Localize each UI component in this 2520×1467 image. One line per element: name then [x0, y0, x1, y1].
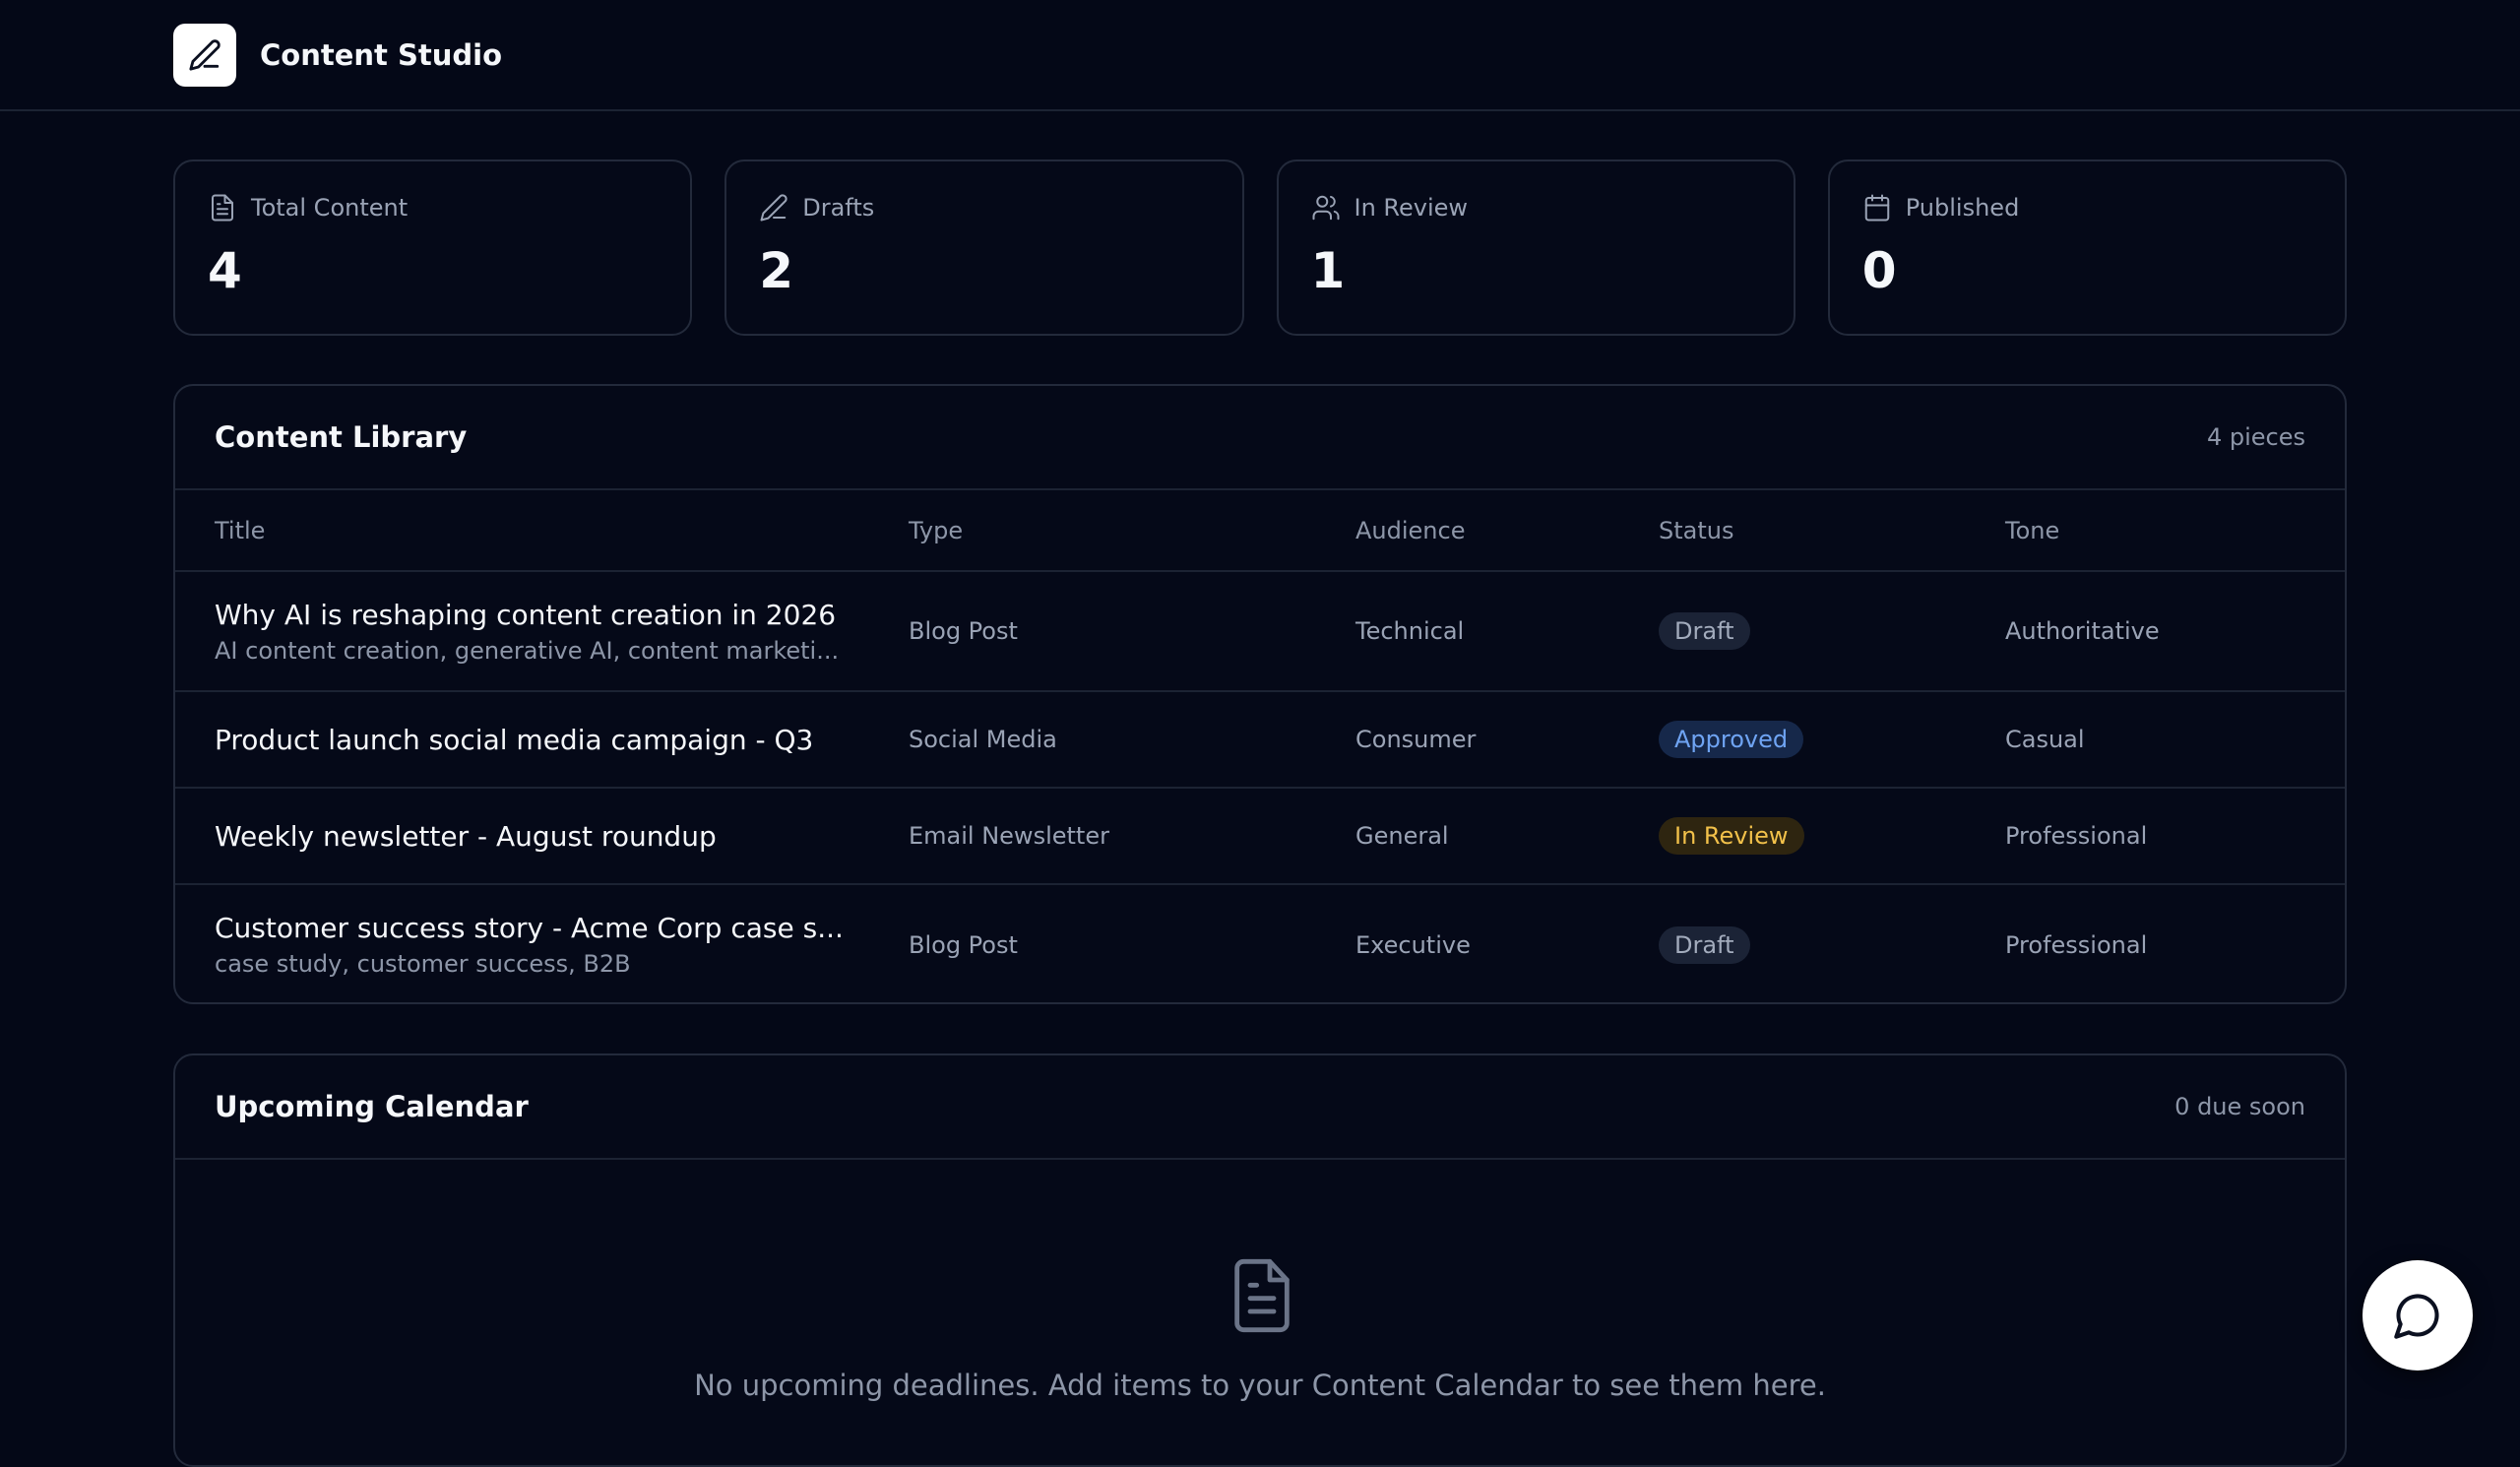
- empty-state: No upcoming deadlines. Add items to your…: [175, 1160, 2345, 1465]
- content-tone: Professional: [1966, 788, 2345, 885]
- status-badge: In Review: [1659, 817, 1804, 855]
- calendar-icon: [1864, 194, 1889, 222]
- document-icon: [1234, 1258, 1290, 1333]
- table-row[interactable]: Weekly newsletter - August roundup Email…: [175, 788, 2345, 885]
- app-logo[interactable]: [173, 23, 236, 87]
- stat-card-published: Published 0: [1827, 159, 2347, 336]
- content-title[interactable]: Weekly newsletter - August roundup: [215, 820, 845, 853]
- content-tone: Authoritative: [1966, 571, 2345, 692]
- stat-card-in-review: In Review 1: [1276, 159, 1796, 336]
- pencil-icon: [189, 38, 220, 71]
- stat-value: 2: [759, 242, 794, 299]
- content-title[interactable]: Why AI is reshaping content creation in …: [215, 599, 845, 631]
- column-header-audience[interactable]: Audience: [1316, 490, 1619, 572]
- stat-value: 1: [1310, 242, 1346, 299]
- users-icon: [1312, 195, 1339, 221]
- chat-button[interactable]: [2362, 1260, 2473, 1371]
- stat-label: Published: [1905, 194, 2020, 222]
- content-audience: Technical: [1316, 571, 1619, 692]
- stat-card-total: Total Content 4: [173, 159, 693, 336]
- column-header-tone[interactable]: Tone: [1966, 490, 2345, 572]
- panel-header: Upcoming Calendar 0 due soon: [175, 1055, 2345, 1160]
- content-tone: Casual: [1966, 691, 2345, 789]
- app-title: Content Studio: [260, 37, 503, 72]
- table-row[interactable]: Product launch social media campaign - Q…: [175, 691, 2345, 789]
- table-row[interactable]: Customer success story - Acme Corp case …: [175, 884, 2345, 1002]
- pencil-icon: [760, 194, 788, 222]
- empty-state-message: No upcoming deadlines. Add items to your…: [694, 1369, 1826, 1402]
- upcoming-calendar-panel: Upcoming Calendar 0 due soon No upcoming…: [173, 1053, 2347, 1467]
- content-keywords: AI content creation, generative AI, cont…: [215, 636, 840, 665]
- status-badge: Draft: [1659, 612, 1750, 650]
- panel-title: Content Library: [215, 420, 468, 454]
- status-badge: Draft: [1659, 925, 1750, 964]
- content-keywords: case study, customer success, B2B: [215, 950, 631, 978]
- content-audience: Executive: [1355, 930, 1471, 959]
- content-type: Email Newsletter: [869, 788, 1316, 885]
- stat-label: Drafts: [802, 194, 875, 222]
- stat-label: In Review: [1354, 194, 1469, 222]
- top-bar: Content Studio: [0, 0, 2520, 111]
- column-header-title[interactable]: Title: [175, 490, 869, 572]
- stats-row: Total Content 4 Drafts 2 In Review 1 Pub…: [173, 159, 2347, 336]
- panel-title: Upcoming Calendar: [215, 1090, 529, 1123]
- content-title[interactable]: Product launch social media campaign - Q…: [215, 724, 845, 756]
- column-header-type[interactable]: Type: [869, 490, 1316, 572]
- document-icon: [212, 194, 233, 222]
- piece-count: 4 pieces: [2206, 423, 2305, 451]
- stat-value: 0: [1861, 242, 1897, 299]
- content-audience: Consumer: [1316, 691, 1619, 789]
- column-header-status[interactable]: Status: [1619, 490, 1966, 572]
- content-tone: Professional: [2005, 930, 2148, 959]
- stat-card-drafts: Drafts 2: [724, 159, 1244, 336]
- due-soon-count: 0 due soon: [2174, 1093, 2305, 1120]
- chat-bubble-icon: [2394, 1294, 2439, 1339]
- content-type: Blog Post: [909, 930, 1018, 959]
- table-row[interactable]: Why AI is reshaping content creation in …: [175, 571, 2345, 692]
- stat-value: 4: [208, 242, 242, 299]
- status-badge: Approved: [1659, 721, 1804, 758]
- content-library-panel: Content Library 4 pieces Title Type Audi…: [173, 384, 2347, 1004]
- content-table: Title Type Audience Status Tone Why AI i…: [175, 490, 2345, 1002]
- content-type: Blog Post: [869, 571, 1316, 692]
- content-title[interactable]: Customer success story - Acme Corp case …: [215, 912, 845, 944]
- content-audience: General: [1316, 788, 1619, 885]
- panel-header: Content Library 4 pieces: [175, 386, 2345, 490]
- content-type: Social Media: [869, 691, 1316, 789]
- table-header-row: Title Type Audience Status Tone: [175, 490, 2345, 572]
- stat-label: Total Content: [251, 194, 409, 222]
